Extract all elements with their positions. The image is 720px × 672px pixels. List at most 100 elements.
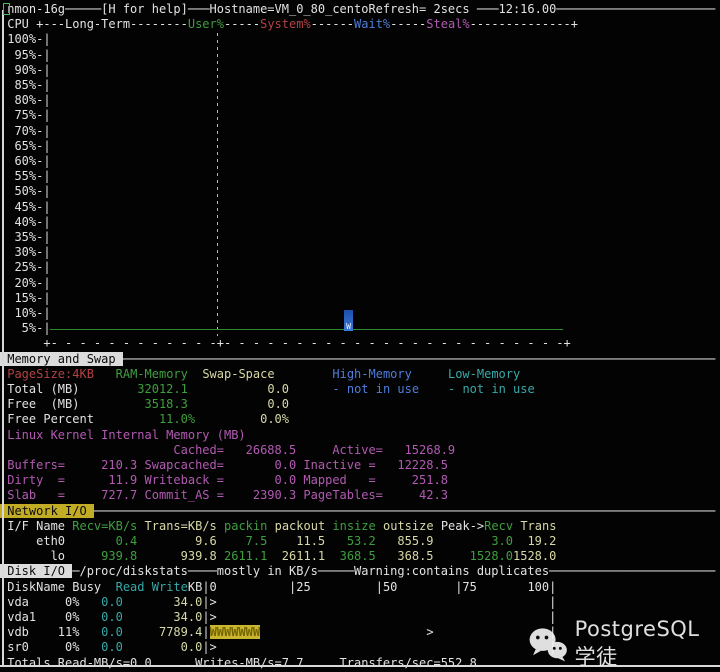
cpu-yaxis-85: 85%-| [0,78,50,93]
cpu-yaxis-10-segment: 10%-| [0,306,51,320]
network-section-header: Network I/O ────────────────────────────… [0,503,715,519]
nmon-terminal-screen[interactable]: nmon-16g─────[H for help]───Hostname=VM_… [0,0,720,672]
cpu-box-header-segment: ----- [223,17,261,32]
cpu-yaxis-60-segment: 60%-| [0,154,51,168]
memory-free-percent-row-segment: Free Percent [0,412,159,427]
cpu-yaxis-70: 70%-| [0,124,50,139]
title-bar-segment: nmon-16g─────[H for help]───Hostname=VM_… [0,2,716,16]
network-row-eth0-segment: 11.5 [267,534,326,548]
cpu-yaxis-60: 60%-| [0,154,51,169]
watermark-text: PostgreSQL学徒 [574,617,700,669]
network-col-headers-segment: Trans [520,518,557,533]
kernel-memory-row-4-segment: Slab = 727.7 Commit_AS = 2390.3 PageTabl… [0,488,448,503]
disk-col-headers-segment: Write [144,579,188,594]
cpu-yaxis-65: 65%-| [0,139,50,154]
network-row-eth0-segment: 53.2 [325,534,376,548]
disk-row-vdb-segment [123,625,159,639]
cpu-yaxis-35: 35%-| [0,230,51,245]
disk-col-headers: DiskName Busy Read WriteKB|0 |25 |50 |75… [0,580,556,595]
network-row-lo-segment: 368.5 [325,549,376,564]
disk-row-vda: vda 0% 0.0 34.0|> | [0,595,556,610]
cpu-yaxis-15: 15%-| [0,290,51,306]
kernel-memory-title: Linux Kernel Internal Memory (MB) [0,428,245,443]
kernel-memory-row-2-segment: Buffers= 210.3 Swapcached= 0.0 Inactive … [0,458,448,472]
disk-row-vda1-segment: 0.0 [101,610,123,624]
disk-totals-row: Totals Read-MB/s=0.0 Writes-MB/s=7.7 Tra… [0,656,477,671]
network-col-headers-segment [267,519,274,533]
disk-row-vda1-segment [123,610,174,624]
network-row-eth0-segment: 0.4 [65,534,138,548]
cpu-box-header-segment: Wait% [354,17,391,32]
disk-row-sr0-segment: sr0 0% [0,640,102,655]
disk-col-headers-segment: DiskName Busy [0,579,102,594]
terminal-cursor [3,3,10,15]
network-row-eth0-segment: 7.5 [216,534,268,548]
cpu-yaxis-25: 25%-| [0,260,50,275]
cpu-yaxis-80-segment: 80%-| [0,93,51,108]
disk-col-headers-segment: KB|0 [187,579,217,594]
cpu-yaxis-5: 5%-| [0,321,51,336]
cpu-yaxis-35-segment: 35%-| [0,230,51,244]
memory-free-percent-row: Free Percent 11.0% 0.0% [0,412,289,427]
network-col-headers-segment [217,519,224,533]
cpu-yaxis-75-segment: 75%-| [0,108,51,123]
network-col-headers-segment: Recv=KB/s [72,518,138,533]
cpu-box-header: CPU +---Long-Term--------User%-----Syste… [0,17,578,32]
network-section-header-segment: Network I/O [0,503,94,518]
cpu-box-header-segment: User% [187,17,224,32]
memory-free-row-segment: Free (MB) [0,397,145,412]
disk-row-vda-segment [217,595,549,609]
network-row-eth0-segment: 9.6 [137,534,217,548]
memory-total-row-segment: Total (MB) [0,382,138,396]
network-col-headers-segment: Trans=KB/s [144,518,217,533]
cpu-wait-spike: W [344,310,353,331]
memory-col-headers-segment: PageSize:4KB [7,366,94,381]
network-col-headers-segment [376,519,383,533]
disk-section-header-segment: Disk I/O [0,564,73,579]
network-row-lo: lo 939.8 939.8 2611.1 2611.1 368.5 368.5… [0,549,557,564]
memory-section-header-segment: Memory and Swap [0,351,123,366]
network-col-headers-segment: insize [332,518,376,533]
memory-free-row-segment: 3518.3 [144,397,188,412]
disk-row-vdb-segment: 0.0 [101,625,123,640]
disk-row-sr0: sr0 0% 0.0 0.0|> | [0,640,556,655]
network-col-headers-segment [137,519,144,533]
cpu-yaxis-40: 40%-| [0,215,50,230]
cpu-yaxis-90: 90%-| [0,63,50,78]
window-left-border [2,10,4,666]
cpu-yaxis-50: 50%-| [0,184,50,199]
network-row-eth0-segment: eth0 [0,534,66,548]
memory-total-row-segment [188,382,267,396]
memory-col-headers-segment: Swap-Space [202,366,275,381]
disk-row-vdb-segment: vdb 11% [0,625,102,640]
cpu-yaxis-30: 30%-| [0,245,50,260]
memory-free-percent-row-segment: 0.0% [260,412,290,427]
disk-row-sr0-segment: 0.0 [180,640,203,655]
memory-col-headers-segment [275,367,333,381]
disk-section-header-segment: ─/proc/diskstats────mostly in KB/s─────W… [72,564,716,579]
cpu-box-header-segment: --------------+ [469,17,579,32]
memory-free-row: Free (MB) 3518.3 0.0 [0,397,289,412]
network-row-lo-segment: 2611.1 [216,549,268,564]
memory-total-row-segment: - not in use [448,382,535,396]
memory-total-row-segment [289,382,332,396]
memory-col-headers-segment: Low-Memory [447,366,521,381]
network-col-headers: I/F Name Recv=KB/s Trans=KB/s packin pac… [0,519,556,534]
network-col-headers-segment: packin [224,518,268,533]
network-row-lo-segment: lo [0,549,66,564]
network-col-headers-segment: I/F Name [0,518,73,533]
cpu-box-header-segment: CPU +---Long-Term-------- [0,17,188,32]
cpu-box-header-segment: ------ [310,17,355,32]
disk-totals-row-segment: Totals Read-MB/s=0.0 Writes-MB/s=7.7 Tra… [0,655,477,670]
kernel-memory-row-2: Buffers= 210.3 Swapcached= 0.0 Inactive … [0,458,448,473]
cpu-yaxis-75: 75%-| [0,108,51,123]
network-col-headers-segment: Recv [484,518,514,533]
disk-row-vda-segment [123,595,174,609]
network-row-lo-segment: 939.8 [137,549,217,564]
memory-col-headers-segment: High-Memory [332,366,412,381]
cpu-yaxis-100: 100%-| [0,32,50,47]
disk-row-sr0-segment [123,640,181,654]
network-row-eth0-segment: 3.0 [433,534,513,548]
network-row-eth0-segment: 855.9 [375,534,434,548]
cpu-yaxis-15-segment: 15%-| [0,290,51,305]
